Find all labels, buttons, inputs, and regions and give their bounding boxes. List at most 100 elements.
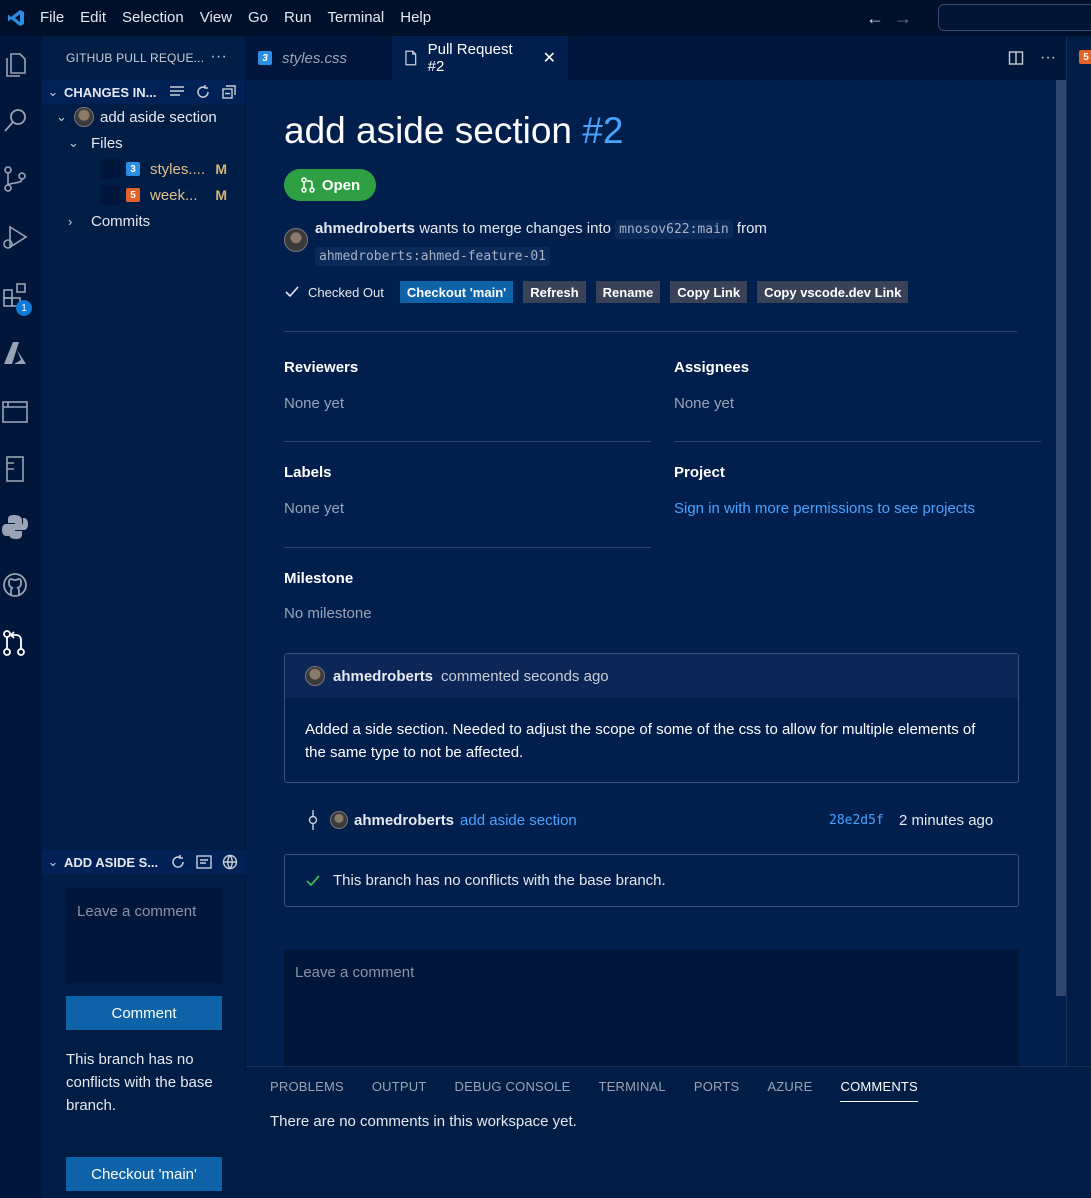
python-icon[interactable] xyxy=(0,512,30,542)
checkout-main-button[interactable]: Checkout 'main' xyxy=(399,281,514,303)
tab-debug-console[interactable]: DEBUG CONSOLE xyxy=(441,1067,585,1105)
more-actions-icon[interactable]: ··· xyxy=(1040,49,1056,67)
tab-styles-css[interactable]: 3 styles.css xyxy=(246,36,390,80)
commits-tree-node[interactable]: › Commits xyxy=(42,208,245,234)
panel-message: There are no comments in this workspace … xyxy=(270,1113,577,1130)
milestone-label[interactable]: Milestone xyxy=(284,570,353,587)
chevron-down-icon: ⌄ xyxy=(68,135,79,150)
status-label: Open xyxy=(321,176,361,194)
menu-go[interactable]: Go xyxy=(240,0,276,36)
file-name: week... xyxy=(150,186,198,204)
run-debug-icon[interactable] xyxy=(0,222,30,252)
html-file-icon[interactable]: 5 xyxy=(1079,50,1091,64)
split-editor-icon[interactable] xyxy=(1008,50,1024,66)
pr-description-panel: ⌄ ADD ASIDE S... Leave a comment Comment… xyxy=(42,850,246,1191)
comment-button[interactable]: Comment xyxy=(66,996,222,1030)
comment-body: Added a side section. Needed to adjust t… xyxy=(305,721,976,761)
menu-terminal[interactable]: Terminal xyxy=(320,0,393,36)
tab-output[interactable]: OUTPUT xyxy=(358,1067,441,1105)
commit-hash[interactable]: 28e2d5f xyxy=(829,813,884,828)
secondary-editor-strip: 5 xyxy=(1066,36,1091,1198)
merge-text: wants to merge changes into xyxy=(419,220,611,237)
changes-section-title: CHANGES IN... xyxy=(64,84,157,100)
menu-selection[interactable]: Selection xyxy=(114,0,192,36)
tab-terminal[interactable]: TERMINAL xyxy=(585,1067,680,1105)
forward-arrow-icon[interactable]: → xyxy=(894,8,912,29)
menu-edit[interactable]: Edit xyxy=(72,0,114,36)
tab-azure[interactable]: AZURE xyxy=(753,1067,826,1105)
add-aside-section-header[interactable]: ⌄ ADD ASIDE S... xyxy=(42,850,246,874)
files-icon[interactable] xyxy=(0,48,30,78)
more-actions-icon[interactable]: ··· xyxy=(210,48,227,66)
menu-run[interactable]: Run xyxy=(276,0,320,36)
tab-pull-request[interactable]: Pull Request #2 ✕ xyxy=(392,36,568,80)
search-icon[interactable] xyxy=(0,106,30,136)
modified-badge: M xyxy=(215,161,227,177)
remote-explorer-icon[interactable] xyxy=(0,396,30,426)
source-control-icon[interactable] xyxy=(0,164,30,194)
tab-ports[interactable]: PORTS xyxy=(680,1067,754,1105)
files-tree-node[interactable]: ⌄ Files xyxy=(42,130,245,156)
back-arrow-icon[interactable]: ← xyxy=(866,8,884,29)
html-file-icon: 5 xyxy=(126,188,140,202)
author-name[interactable]: ahmedroberts xyxy=(315,220,415,237)
avatar[interactable] xyxy=(330,811,348,829)
pull-request-icon[interactable] xyxy=(0,628,30,658)
notebook-icon[interactable] xyxy=(0,454,30,484)
sidebar-checkout-button[interactable]: Checkout 'main' xyxy=(66,1157,222,1191)
comment-author[interactable]: ahmedroberts xyxy=(333,668,433,685)
modified-badge: M xyxy=(215,187,227,203)
avatar[interactable] xyxy=(305,666,325,686)
chevron-right-icon: › xyxy=(68,213,73,229)
file-tree-item[interactable]: 5 week... M xyxy=(42,182,245,208)
tab-problems[interactable]: PROBLEMS xyxy=(270,1067,358,1105)
merge-status-text: This branch has no conflicts with the ba… xyxy=(333,872,666,889)
refresh-icon[interactable] xyxy=(195,84,211,100)
menu-view[interactable]: View xyxy=(192,0,240,36)
file-status-square xyxy=(100,185,120,205)
pull-request-icon xyxy=(301,177,315,193)
tab-comments[interactable]: COMMENTS xyxy=(826,1067,931,1105)
divider xyxy=(674,441,1041,442)
editor-scrollbar[interactable] xyxy=(1056,80,1066,996)
tab-label: Pull Request #2 xyxy=(427,41,513,75)
command-center-search[interactable] xyxy=(938,4,1091,31)
panel-tabs: PROBLEMS OUTPUT DEBUG CONSOLE TERMINAL P… xyxy=(246,1067,1091,1105)
menu-help[interactable]: Help xyxy=(392,0,439,36)
assignees-label[interactable]: Assignees xyxy=(674,359,749,376)
close-icon[interactable]: ✕ xyxy=(543,48,556,68)
editor-tab-bar: 3 styles.css Pull Request #2 ✕ ··· xyxy=(246,36,1066,80)
pr-number[interactable]: #2 xyxy=(582,110,623,151)
reviewers-label[interactable]: Reviewers xyxy=(284,359,358,376)
commit-author[interactable]: ahmedroberts xyxy=(354,812,454,829)
comment-input[interactable]: Leave a comment xyxy=(284,950,1019,1066)
commit-message-link[interactable]: add aside section xyxy=(460,812,577,829)
file-tree-item[interactable]: 3 styles.... M xyxy=(42,156,245,182)
sidebar-comment-input[interactable]: Leave a comment xyxy=(66,888,222,983)
changes-section-header[interactable]: ⌄ CHANGES IN... xyxy=(42,80,245,104)
labels-label[interactable]: Labels xyxy=(284,464,332,481)
commit-time: 2 minutes ago xyxy=(899,811,994,829)
collapse-all-icon[interactable] xyxy=(221,84,237,100)
pr-tree-node[interactable]: ⌄ add aside section xyxy=(42,104,245,130)
author-avatar[interactable] xyxy=(284,228,308,252)
files-node-label: Files xyxy=(91,134,123,152)
list-view-icon[interactable] xyxy=(169,85,185,99)
azure-icon[interactable] xyxy=(0,338,30,368)
sidebar-header: GITHUB PULL REQUE... ··· xyxy=(42,36,245,80)
project-label[interactable]: Project xyxy=(674,464,725,481)
menu-file[interactable]: File xyxy=(32,0,72,36)
refresh-icon[interactable] xyxy=(170,854,186,870)
description-icon[interactable] xyxy=(196,855,212,869)
copy-vscode-link-button[interactable]: Copy vscode.dev Link xyxy=(757,281,909,303)
globe-icon[interactable] xyxy=(222,854,238,870)
refresh-button[interactable]: Refresh xyxy=(523,281,586,303)
project-signin-link[interactable]: Sign in with more permissions to see pro… xyxy=(674,500,975,517)
vscode-logo-icon xyxy=(0,0,32,36)
labels-value: None yet xyxy=(284,500,345,517)
avatar xyxy=(74,107,94,127)
page-title: add aside section #2 xyxy=(284,110,623,152)
copy-link-button[interactable]: Copy Link xyxy=(670,281,748,303)
rename-button[interactable]: Rename xyxy=(595,281,661,303)
github-icon[interactable] xyxy=(0,570,30,600)
